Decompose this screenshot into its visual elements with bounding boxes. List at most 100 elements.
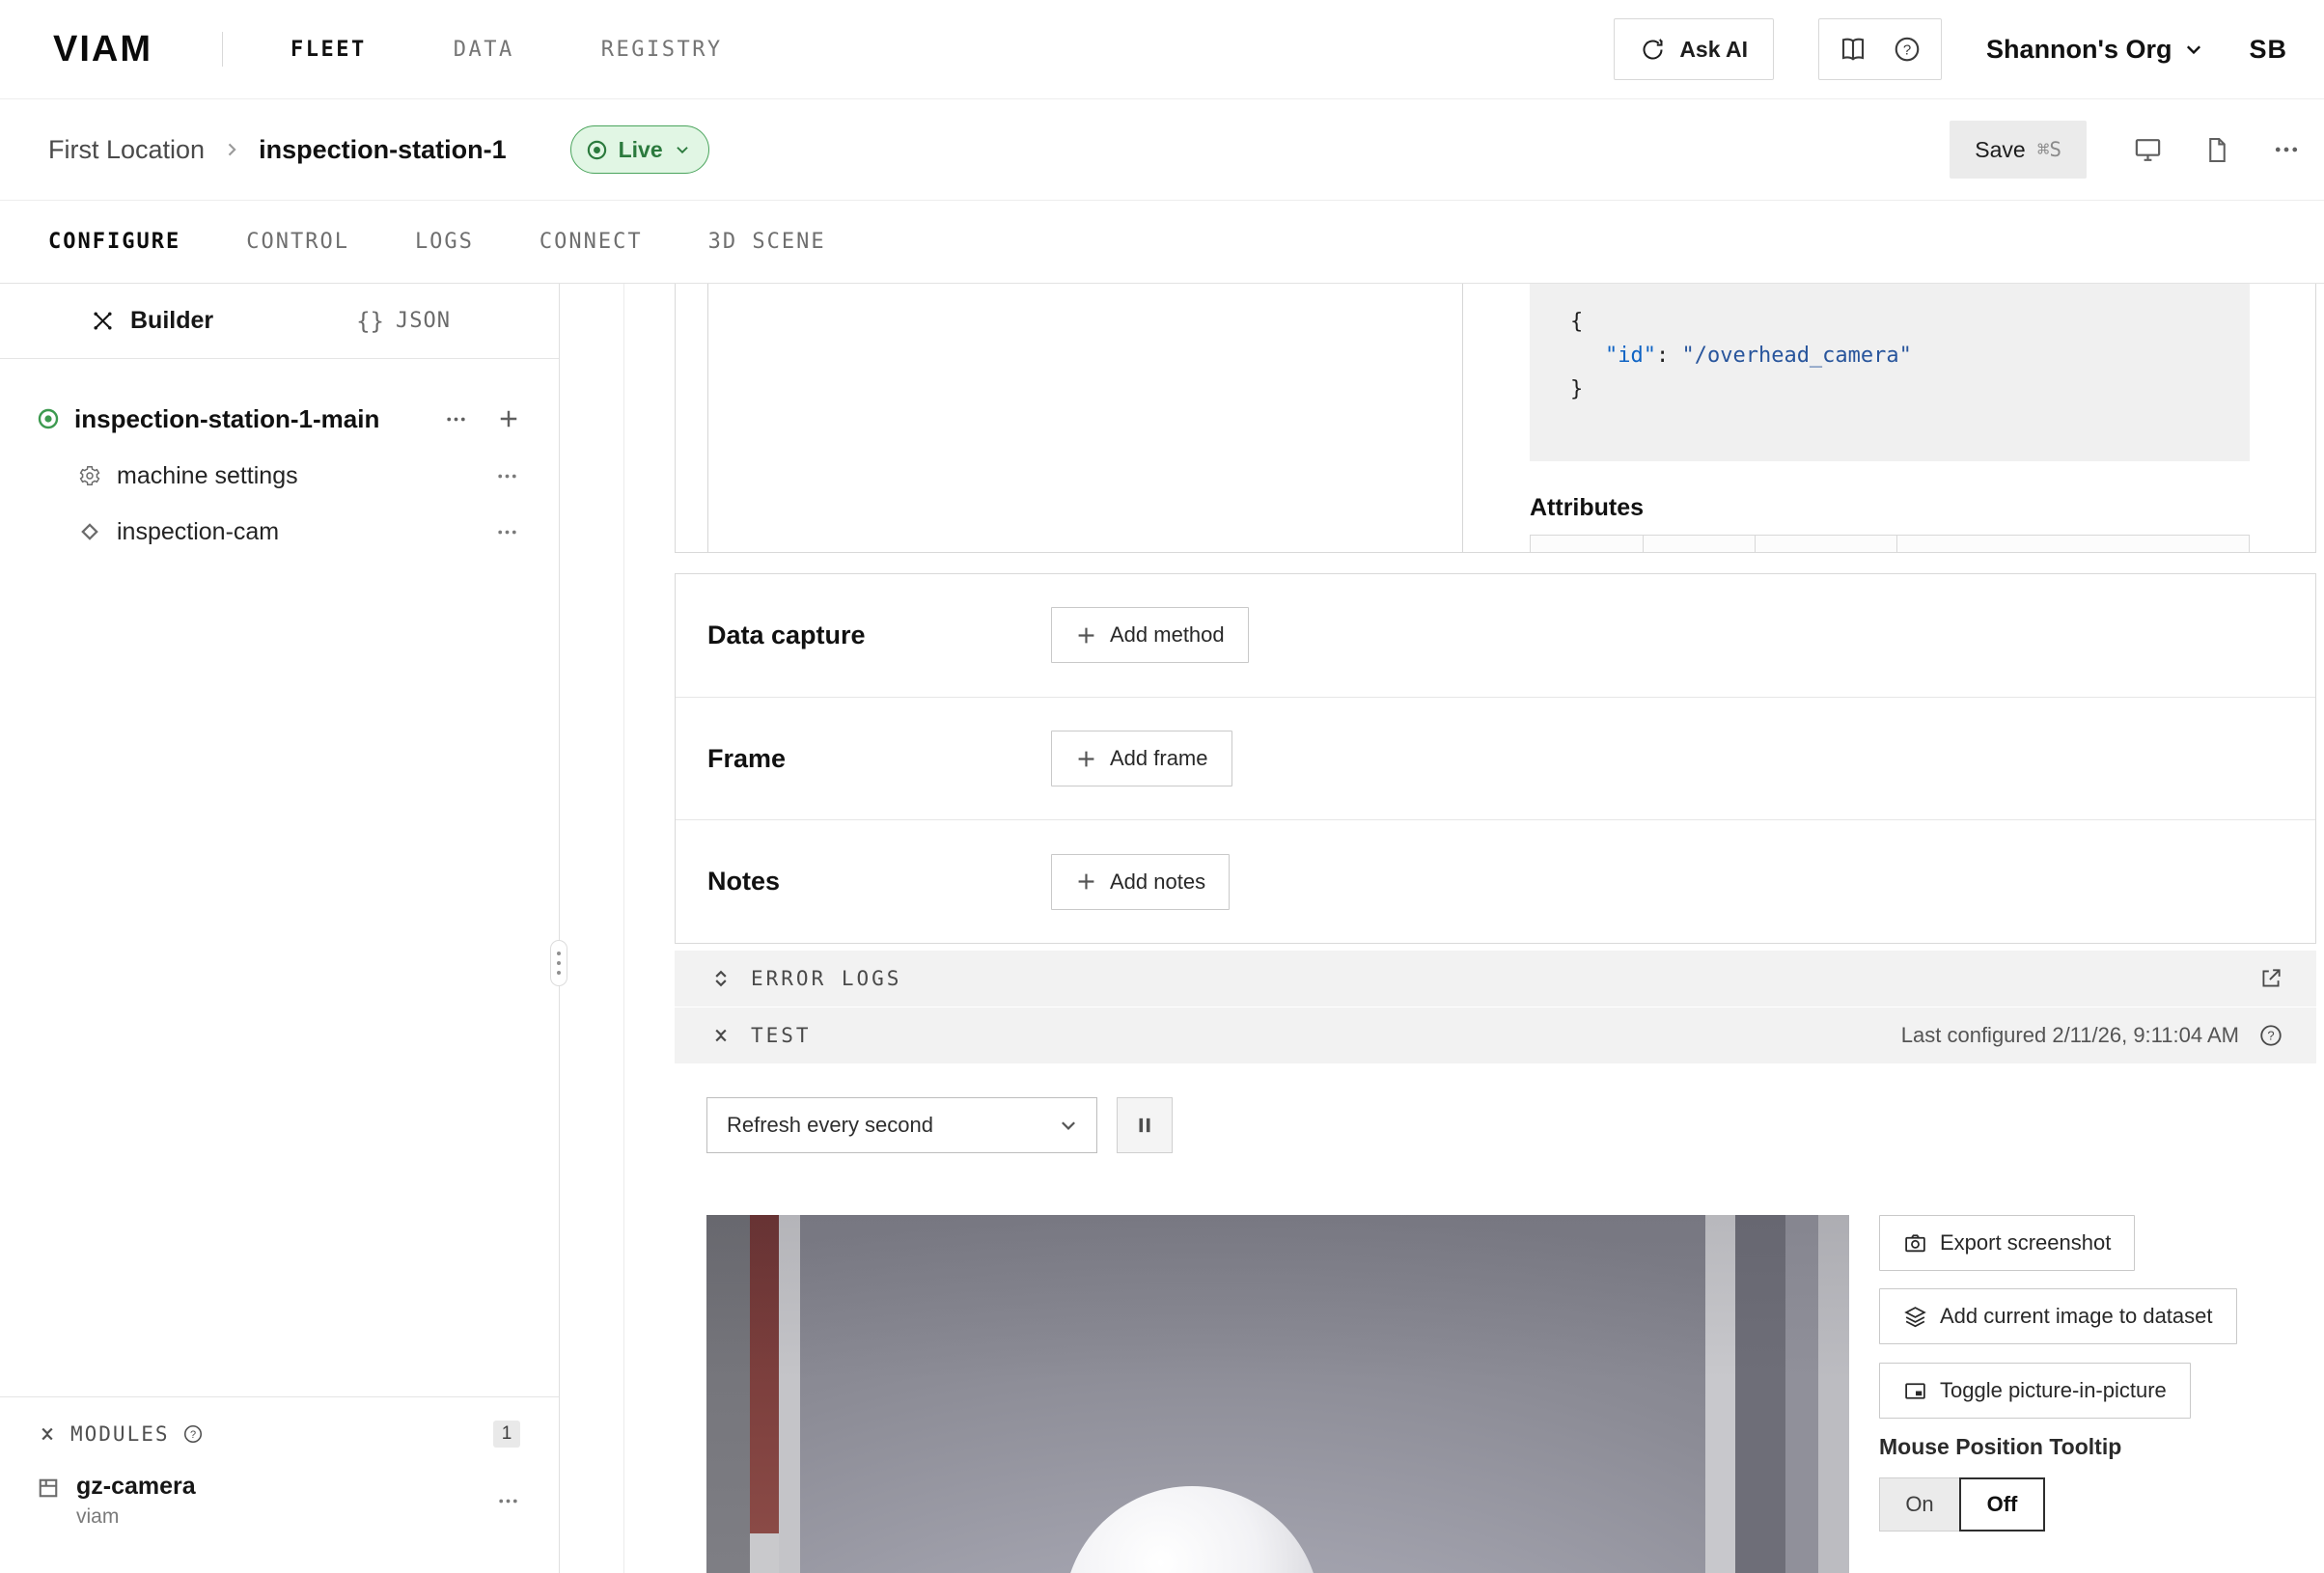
export-screenshot-button[interactable]: Export screenshot — [1879, 1215, 2135, 1271]
add-to-dataset-button[interactable]: Add current image to dataset — [1879, 1288, 2237, 1344]
collapse-section-icon[interactable] — [710, 1025, 732, 1046]
notes-title: Notes — [707, 867, 1051, 897]
json-mode-button[interactable]: {} JSON — [356, 308, 451, 335]
json-key: "id" — [1605, 344, 1656, 368]
code-line: { — [1570, 305, 2250, 339]
component-sections-card: Data capture Add method Frame Add — [675, 573, 2316, 944]
primary-nav: FLEET DATA REGISTRY — [290, 38, 723, 62]
pause-refresh-button[interactable] — [1117, 1097, 1173, 1153]
nav-registry[interactable]: REGISTRY — [601, 38, 723, 62]
ask-ai-label: Ask AI — [1679, 37, 1748, 63]
tab-connect[interactable]: CONNECT — [540, 230, 643, 254]
open-external-icon[interactable] — [2258, 966, 2283, 991]
attributes-heading: Attributes — [1530, 494, 1644, 522]
tooltip-toggle-group: On Off — [1879, 1477, 2045, 1532]
tree-item-machine-settings[interactable]: machine settings — [0, 448, 559, 504]
tooltip-on-button[interactable]: On — [1879, 1477, 1960, 1532]
machine-name: inspection-station-1 — [259, 135, 507, 165]
builder-mode-button[interactable]: Builder — [91, 307, 213, 335]
svg-text:?: ? — [1903, 41, 1911, 58]
frame-section: Frame Add frame — [676, 698, 2315, 821]
camera-feed[interactable] — [706, 1215, 1849, 1573]
save-label: Save — [1975, 137, 2025, 163]
test-bar[interactable]: TEST Last configured 2/11/26, 9:11:04 AM… — [675, 1007, 2316, 1063]
tab-3d-scene[interactable]: 3D SCENE — [708, 230, 826, 254]
module-item-gz-camera[interactable]: gz-camera viam — [37, 1473, 520, 1529]
add-method-button[interactable]: Add method — [1051, 607, 1249, 663]
inspection-cam-more-icon[interactable] — [495, 520, 519, 544]
modules-help-icon[interactable]: ? — [182, 1423, 204, 1445]
live-label: Live — [619, 137, 663, 163]
more-options-icon[interactable] — [2272, 135, 2301, 164]
breadcrumb-location[interactable]: First Location — [48, 135, 205, 165]
org-switcher[interactable]: Shannon's Org — [1986, 35, 2204, 65]
code-line: "id": "/overhead_camera" — [1570, 339, 2250, 373]
frame-title: Frame — [707, 744, 1051, 774]
add-component-icon[interactable] — [497, 407, 520, 430]
tree-item-main-part[interactable]: inspection-station-1-main — [0, 390, 559, 448]
content-row: Builder {} JSON inspection-station-1-mai… — [0, 284, 2324, 1573]
picture-in-picture-icon — [1903, 1379, 1927, 1403]
viam-app: VIAM FLEET DATA REGISTRY Ask AI — [0, 0, 2324, 1573]
camera-scene-vignette — [706, 1215, 1849, 1573]
user-avatar[interactable]: SB — [2249, 35, 2301, 65]
live-status-pill[interactable]: Live — [570, 125, 709, 174]
part-more-options-icon[interactable] — [444, 407, 468, 431]
modules-section: MODULES ? 1 gz-camera viam — [0, 1396, 559, 1573]
expand-section-icon[interactable] — [710, 968, 732, 989]
ask-ai-button[interactable]: Ask AI — [1614, 18, 1774, 80]
machine-header-actions: Save ⌘S — [1950, 121, 2301, 179]
ask-ai-sparkle-icon — [1640, 37, 1666, 63]
svg-text:?: ? — [2267, 1029, 2274, 1043]
nav-data[interactable]: DATA — [454, 38, 514, 62]
plus-icon — [1075, 624, 1097, 647]
builder-json-toggle: Builder {} JSON — [0, 284, 559, 359]
refresh-rate-select[interactable]: Refresh every second — [706, 1097, 1097, 1153]
collapse-section-icon[interactable] — [37, 1423, 58, 1445]
module-more-icon[interactable] — [496, 1489, 520, 1513]
add-notes-button[interactable]: Add notes — [1051, 854, 1230, 910]
error-logs-bar[interactable]: ERROR LOGS — [675, 951, 2316, 1007]
builder-label: Builder — [130, 307, 213, 335]
tab-configure[interactable]: CONFIGURE — [48, 230, 180, 254]
nav-fleet[interactable]: FLEET — [290, 38, 367, 62]
svg-text:?: ? — [189, 1429, 195, 1441]
save-button[interactable]: Save ⌘S — [1950, 121, 2087, 179]
chevron-down-icon — [2183, 39, 2204, 60]
machine-settings-more-icon[interactable] — [495, 464, 519, 488]
add-frame-button[interactable]: Add frame — [1051, 731, 1232, 786]
machine-part-tree: inspection-station-1-main — [0, 359, 559, 560]
help-icon[interactable]: ? — [1893, 35, 1922, 64]
main-part-label: inspection-station-1-main — [74, 404, 379, 434]
data-capture-section: Data capture Add method — [676, 574, 2315, 698]
braces-icon: {} — [356, 308, 384, 335]
builder-tools-icon — [91, 309, 115, 333]
layers-icon — [1903, 1305, 1927, 1329]
viam-logo[interactable]: VIAM — [53, 29, 152, 70]
json-label: JSON — [396, 309, 451, 333]
sidebar-resize-handle[interactable] — [550, 940, 567, 986]
breadcrumb-chevron-icon — [222, 140, 241, 159]
json-value: "/overhead_camera" — [1681, 344, 1911, 368]
docs-book-icon[interactable] — [1839, 35, 1868, 64]
tooltip-off-button[interactable]: Off — [1959, 1477, 2045, 1532]
component-diamond-icon — [78, 520, 101, 543]
test-help-icon[interactable]: ? — [2258, 1023, 2283, 1048]
monitor-icon[interactable] — [2133, 135, 2163, 165]
attributes-json-editor[interactable]: { "id": "/overhead_camera" } — [1530, 284, 2250, 461]
nav-divider — [222, 32, 223, 67]
header-icon-group: ? — [1818, 18, 1942, 80]
config-main: { "id": "/overhead_camera" } Attributes … — [560, 284, 2324, 1573]
tab-logs[interactable]: LOGS — [415, 230, 474, 254]
mouse-position-tooltip-label: Mouse Position Tooltip — [1879, 1434, 2121, 1460]
tree-item-inspection-cam[interactable]: inspection-cam — [0, 504, 559, 560]
component-empty-panel — [707, 284, 1463, 553]
code-line: } — [1570, 373, 2250, 406]
pause-icon — [1134, 1115, 1155, 1136]
machine-part-icon — [37, 407, 60, 430]
tab-control[interactable]: CONTROL — [246, 230, 349, 254]
live-icon — [586, 139, 608, 161]
toggle-pip-button[interactable]: Toggle picture-in-picture — [1879, 1363, 2191, 1419]
document-icon[interactable] — [2203, 136, 2231, 164]
live-chevron-down-icon — [674, 141, 691, 158]
